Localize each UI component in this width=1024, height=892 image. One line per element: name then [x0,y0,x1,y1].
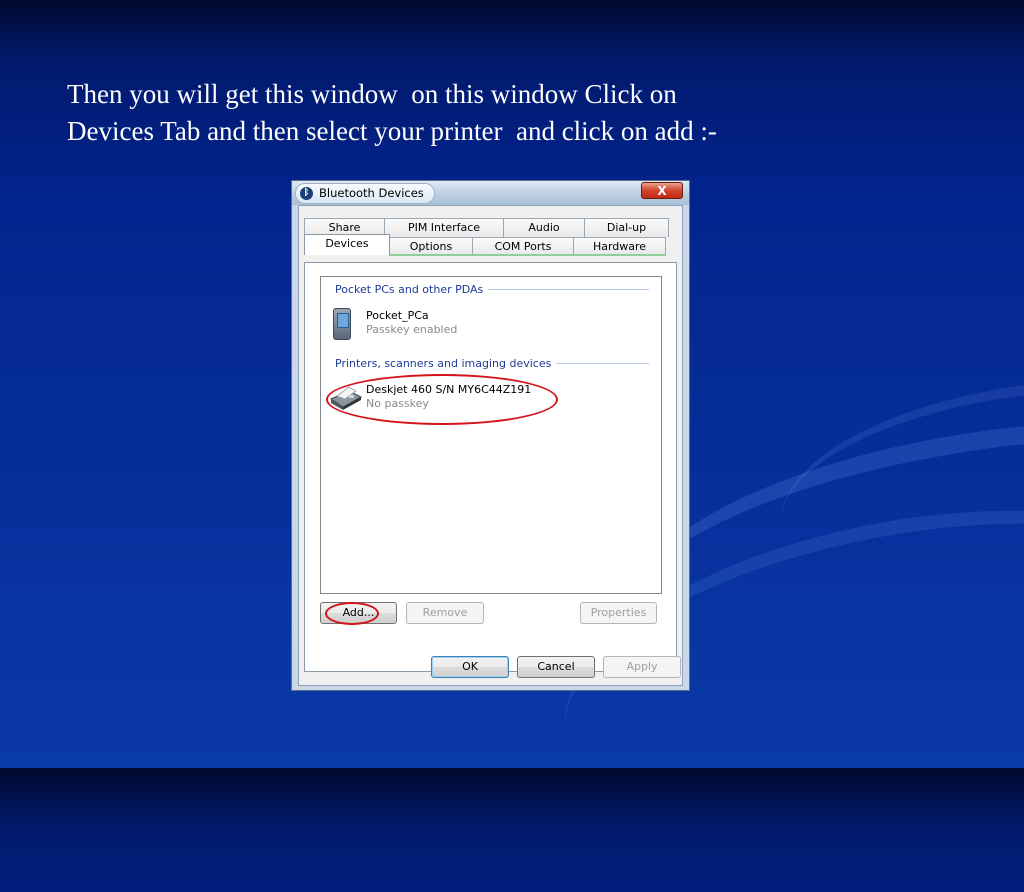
tab-hardware[interactable]: Hardware [573,237,666,256]
caption-line-1: Then you will get this window on this wi… [67,79,677,109]
printer-icon [329,386,363,410]
properties-button[interactable]: Properties [580,602,657,624]
group-divider [488,288,649,290]
window-title: Bluetooth Devices [319,186,424,200]
group-header-label: Printers, scanners and imaging devices [335,356,552,370]
dialog-body: Share PIM Interface Audio Dial-up Device… [298,205,683,686]
tab-row-front: Devices Options COM Ports Hardware [304,234,666,256]
group-header-label: Pocket PCs and other PDAs [335,282,484,296]
bluetooth-icon: ᛒ [300,187,313,200]
device-list[interactable]: Pocket PCs and other PDAs Pocket_PCa Pas… [320,276,662,594]
device-item-deskjet[interactable]: Deskjet 460 S/N MY6C44Z191 No passkey [329,381,629,415]
tab-options[interactable]: Options [389,237,473,256]
ok-button[interactable]: OK [431,656,509,678]
window-title-pill: ᛒ Bluetooth Devices [295,183,435,204]
devices-tab-panel: Pocket PCs and other PDAs Pocket_PCa Pas… [304,262,677,672]
device-status: No passkey [366,397,429,410]
device-item-pocket-pc[interactable]: Pocket_PCa Passkey enabled [329,307,629,341]
apply-button[interactable]: Apply [603,656,681,678]
caption-line-2: Devices Tab and then select your printer… [67,116,717,146]
remove-button[interactable]: Remove [406,602,484,624]
tab-dial-up[interactable]: Dial-up [584,218,669,237]
device-status: Passkey enabled [366,323,458,336]
close-button[interactable]: X [641,182,683,199]
background-swoosh [772,359,1024,651]
bluetooth-devices-window: ᛒ Bluetooth Devices X Share PIM Interfac… [291,180,690,691]
tab-devices[interactable]: Devices [304,234,390,255]
tab-com-ports[interactable]: COM Ports [472,237,574,256]
tab-pim-interface[interactable]: PIM Interface [384,218,504,237]
group-header-pdas: Pocket PCs and other PDAs [335,282,649,296]
add-button[interactable]: Add... [320,602,397,624]
slide-caption: Then you will get this window on this wi… [67,76,967,150]
title-bar[interactable]: ᛒ Bluetooth Devices X [292,181,689,205]
pda-icon [333,308,351,340]
cancel-button[interactable]: Cancel [517,656,595,678]
device-name: Deskjet 460 S/N MY6C44Z191 [366,383,532,396]
group-divider [556,362,649,364]
device-name: Pocket_PCa [366,309,429,322]
group-header-printers: Printers, scanners and imaging devices [335,356,649,370]
tab-audio[interactable]: Audio [503,218,585,237]
